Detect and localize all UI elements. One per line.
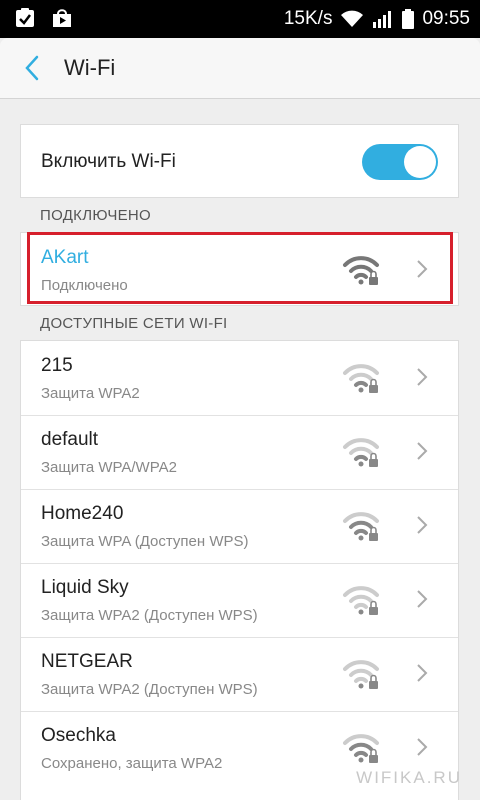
watermark: WIFIKA.RU — [356, 768, 462, 787]
network-security: Сохранено, защита WPA2 — [41, 755, 223, 772]
network-security: Защита WPA/WPA2 — [41, 459, 177, 476]
chevron-left-icon — [25, 55, 39, 81]
network-row-215[interactable]: 215 Защита WPA2 — [21, 341, 458, 416]
network-name: Liquid Sky — [41, 577, 129, 598]
switch-knob — [404, 146, 436, 178]
signal-icon — [373, 11, 392, 28]
play-store-icon — [53, 9, 71, 27]
wifi-signal-lock-icon — [343, 364, 379, 393]
chevron-right-icon — [417, 664, 428, 682]
wifi-signal-lock-icon — [343, 734, 379, 763]
network-name: Home240 — [41, 503, 124, 524]
wifi-toggle-label: Включить Wi-Fi — [41, 151, 176, 172]
network-name: 215 — [41, 355, 73, 376]
chevron-right-icon — [417, 738, 428, 756]
network-row-netgear[interactable]: NETGEAR Защита WPA2 (Доступен WPS) — [21, 637, 458, 712]
battery-icon — [402, 9, 415, 29]
network-row-home240[interactable]: Home240 Защита WPA (Доступен WPS) — [21, 489, 458, 564]
clipboard-check-icon — [16, 8, 34, 27]
back-button[interactable] — [14, 50, 50, 86]
notification-icons — [14, 7, 74, 29]
chevron-right-icon — [417, 590, 428, 608]
wifi-signal-lock-icon — [343, 512, 379, 541]
network-name: Osechka — [41, 725, 116, 746]
wifi-toggle-switch[interactable] — [362, 144, 438, 180]
available-networks-list: 215 Защита WPA2 default Защита WPA/WPA2 — [20, 340, 459, 800]
wifi-signal-lock-icon — [343, 256, 379, 285]
connected-section-header: ПОДКЛЮЧЕНО — [40, 207, 152, 224]
page-title: Wi-Fi — [64, 55, 116, 80]
available-section-header: ДОСТУПНЫЕ СЕТИ WI-FI — [40, 315, 228, 332]
connected-network-row[interactable]: AKart Подключено — [20, 232, 459, 306]
wifi-icon — [341, 10, 364, 27]
wifi-signal-lock-icon — [343, 660, 379, 689]
network-row-liquid-sky[interactable]: Liquid Sky Защита WPA2 (Доступен WPS) — [21, 563, 458, 638]
chevron-right-icon — [417, 516, 428, 534]
network-speed: 15K/s — [283, 8, 333, 29]
network-row-default[interactable]: default Защита WPA/WPA2 — [21, 415, 458, 490]
network-status: Подключено — [41, 277, 128, 294]
chevron-right-icon — [417, 260, 428, 278]
network-name: AKart — [41, 247, 89, 268]
clock: 09:55 — [422, 8, 470, 29]
network-security: Защита WPA (Доступен WPS) — [41, 533, 249, 550]
network-name: default — [41, 429, 99, 450]
network-security: Защита WPA2 (Доступен WPS) — [41, 607, 258, 624]
network-security: Защита WPA2 (Доступен WPS) — [41, 681, 258, 698]
status-indicators: 15K/s 09:55 — [284, 0, 470, 38]
chevron-right-icon — [417, 368, 428, 386]
chevron-right-icon — [417, 442, 428, 460]
wifi-toggle-row[interactable]: Включить Wi-Fi — [20, 124, 459, 198]
network-name: NETGEAR — [41, 651, 133, 672]
wifi-signal-lock-icon — [343, 438, 379, 467]
network-security: Защита WPA2 — [41, 385, 140, 402]
status-bar: 15K/s 09:55 — [0, 0, 480, 38]
app-bar: Wi-Fi — [0, 38, 480, 99]
wifi-signal-lock-icon — [343, 586, 379, 615]
